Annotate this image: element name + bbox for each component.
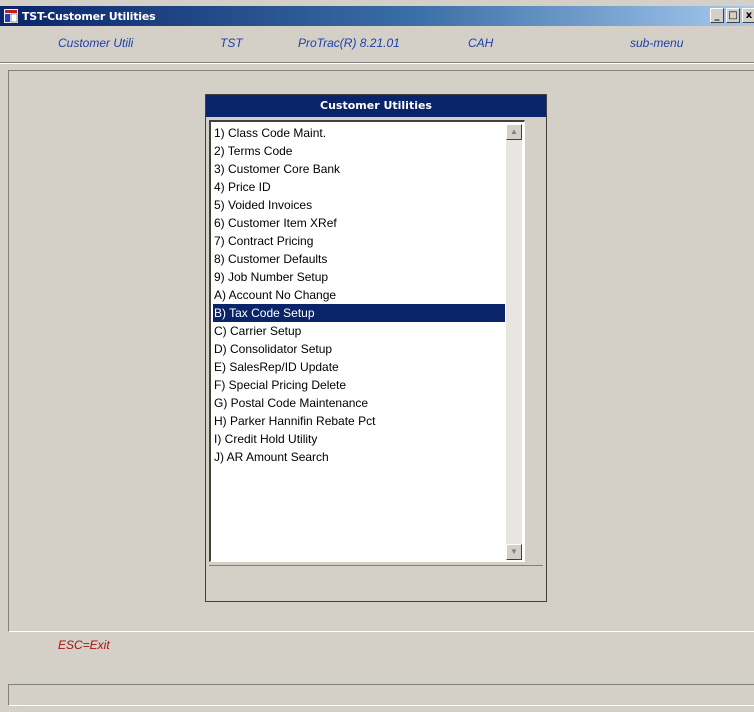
- menu-item[interactable]: 1) Class Code Maint.: [213, 124, 505, 142]
- app-window-icon[interactable]: [4, 9, 18, 23]
- menu-item[interactable]: J) AR Amount Search: [213, 448, 505, 466]
- menu-item[interactable]: B) Tax Code Setup: [213, 304, 505, 322]
- customer-utilities-menu: Customer Utilities 1) Class Code Maint. 2…: [205, 94, 547, 602]
- menu-item[interactable]: G) Postal Code Maintenance: [213, 394, 505, 412]
- menu-title: Customer Utilities: [206, 95, 546, 117]
- menu-item[interactable]: A) Account No Change: [213, 286, 505, 304]
- menu-item[interactable]: 4) Price ID: [213, 178, 505, 196]
- title-bar[interactable]: TST-Customer Utilities _ □ x: [0, 6, 754, 26]
- arrow-down-icon[interactable]: ▼: [506, 544, 522, 560]
- menu-item-list: 1) Class Code Maint. 2) Terms Code 3) Cust…: [213, 124, 505, 466]
- window-title: TST-Customer Utilities: [22, 9, 156, 23]
- status-bar: [8, 684, 754, 706]
- esc-exit-hint: ESC=Exit: [58, 638, 110, 652]
- info-bar: Customer Utili TST ProTrac(R) 8.21.01 CA…: [0, 26, 754, 63]
- menu-item[interactable]: E) SalesRep/ID Update: [213, 358, 505, 376]
- menu-item[interactable]: D) Consolidator Setup: [213, 340, 505, 358]
- menu-item[interactable]: C) Carrier Setup: [213, 322, 505, 340]
- minimize-button[interactable]: _: [710, 8, 724, 23]
- context-label: sub-menu: [630, 36, 684, 50]
- menu-item[interactable]: 5) Voided Invoices: [213, 196, 505, 214]
- menu-listbox[interactable]: 1) Class Code Maint. 2) Terms Code 3) Cust…: [209, 120, 525, 562]
- menu-item[interactable]: 8) Customer Defaults: [213, 250, 505, 268]
- menu-item[interactable]: 7) Contract Pricing: [213, 232, 505, 250]
- scroll-track[interactable]: [506, 140, 522, 544]
- vertical-scrollbar[interactable]: ▲ ▼: [506, 124, 522, 560]
- menu-item[interactable]: 2) Terms Code: [213, 142, 505, 160]
- module-label: Customer Utili: [58, 36, 134, 50]
- company-label: TST: [220, 36, 243, 50]
- menu-item[interactable]: 6) Customer Item XRef: [213, 214, 505, 232]
- menu-item[interactable]: I) Credit Hold Utility: [213, 430, 505, 448]
- arrow-up-icon[interactable]: ▲: [506, 124, 522, 140]
- app-window: TST-Customer Utilities _ □ x Customer Ut…: [0, 0, 754, 712]
- window-controls: _ □ x: [710, 8, 754, 23]
- menu-item[interactable]: F) Special Pricing Delete: [213, 376, 505, 394]
- close-button[interactable]: x: [742, 8, 754, 23]
- menu-item[interactable]: 9) Job Number Setup: [213, 268, 505, 286]
- user-label: CAH: [468, 36, 494, 50]
- version-label: ProTrac(R) 8.21.01: [298, 36, 400, 50]
- maximize-button[interactable]: □: [726, 8, 740, 23]
- menu-item[interactable]: 3) Customer Core Bank: [213, 160, 505, 178]
- menu-item[interactable]: H) Parker Hannifin Rebate Pct: [213, 412, 505, 430]
- menu-footer: [209, 565, 543, 598]
